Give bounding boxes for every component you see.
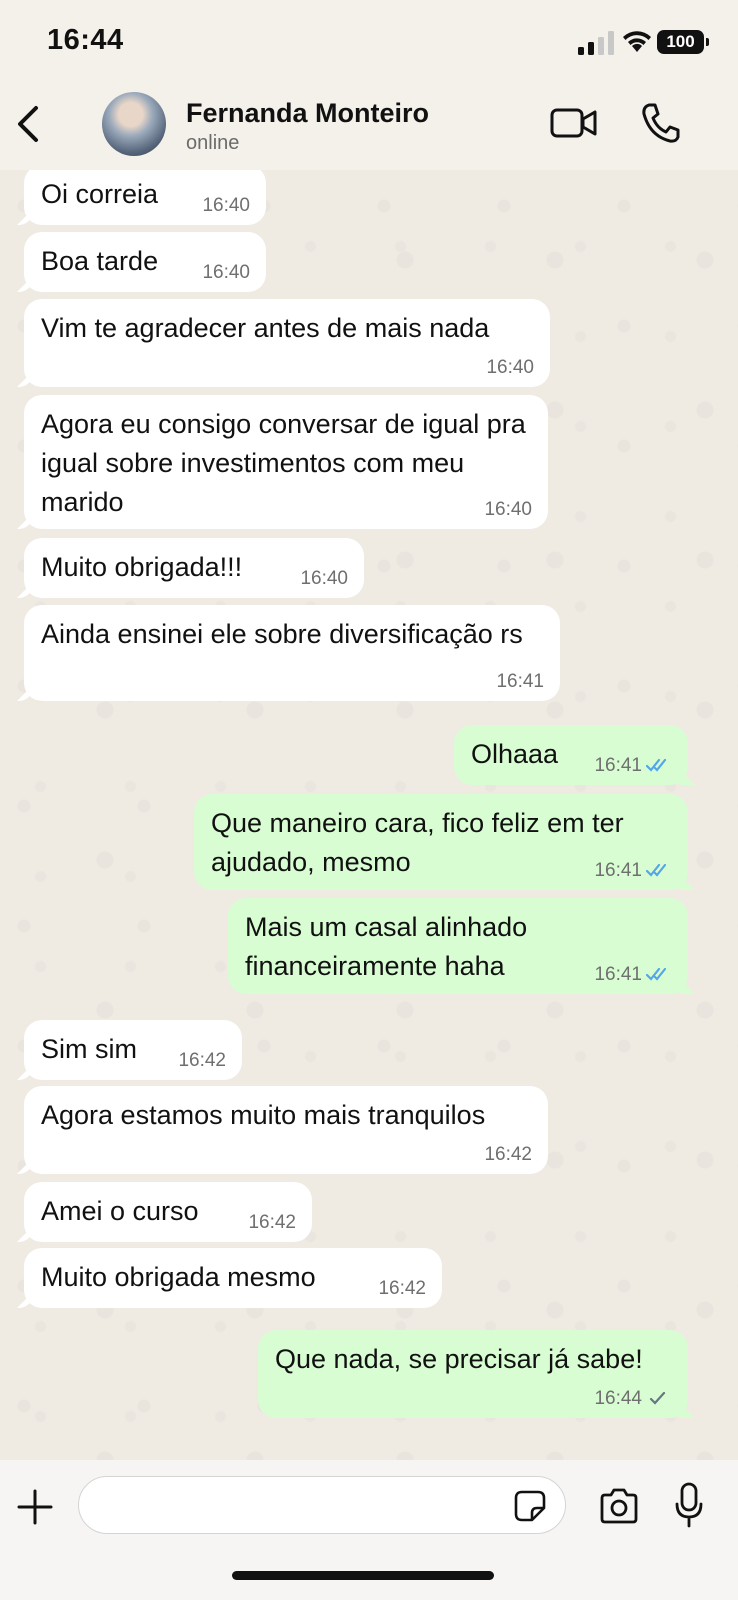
contact-name[interactable]: Fernanda Monteiro <box>186 98 429 129</box>
single-check-sent-icon <box>649 1391 666 1405</box>
message-text: Muito obrigada mesmo <box>41 1262 316 1292</box>
message-time: 16:40 <box>486 357 534 378</box>
message-text: Agora eu consigo conversar de igual pra … <box>41 409 534 517</box>
message-incoming[interactable]: Muito obrigada mesmo 16:42 <box>24 1248 442 1308</box>
message-meta: 16:41 <box>594 861 672 881</box>
message-time: 16:42 <box>378 1278 426 1299</box>
message-incoming[interactable]: Muito obrigada!!! 16:40 <box>24 538 364 598</box>
message-time: 16:41 <box>496 671 544 692</box>
message-time: 16:41 <box>594 964 642 985</box>
message-time: 16:41 <box>594 755 642 776</box>
message-incoming[interactable]: Amei o curso 16:42 <box>24 1182 312 1242</box>
message-incoming[interactable]: Oi correia 16:40 <box>24 170 266 225</box>
message-meta: 16:44 <box>594 1389 672 1409</box>
battery-icon: 100 <box>657 30 709 54</box>
message-time: 16:44 <box>594 1388 642 1409</box>
camera-icon[interactable] <box>598 1488 640 1524</box>
message-incoming[interactable]: Agora estamos muito mais tranquilos 16:4… <box>24 1086 548 1174</box>
message-time: 16:42 <box>484 1144 532 1165</box>
message-text: Ainda ensinei ele sobre diversificação r… <box>41 619 523 649</box>
composer-bar <box>0 1460 738 1600</box>
microphone-icon[interactable] <box>674 1482 704 1528</box>
message-incoming[interactable]: Boa tarde 16:40 <box>24 232 266 292</box>
message-incoming[interactable]: Ainda ensinei ele sobre diversificação r… <box>24 605 560 701</box>
message-meta: 16:41 <box>594 756 672 776</box>
cellular-signal-icon <box>578 31 614 55</box>
status-time: 16:44 <box>47 24 124 56</box>
message-input[interactable] <box>78 1476 566 1534</box>
double-check-read-icon <box>646 967 667 981</box>
message-time: 16:42 <box>178 1050 226 1071</box>
message-text: Que nada, se precisar já sabe! <box>275 1344 643 1374</box>
plus-icon[interactable] <box>16 1488 54 1526</box>
message-time: 16:40 <box>300 568 348 589</box>
double-check-read-icon <box>646 863 667 877</box>
message-incoming[interactable]: Agora eu consigo conversar de igual pra … <box>24 395 548 529</box>
phone-call-icon[interactable] <box>640 102 680 144</box>
message-outgoing[interactable]: Que maneiro cara, fico feliz em ter ajud… <box>194 794 688 890</box>
home-indicator[interactable] <box>232 1571 494 1580</box>
back-chevron-icon[interactable] <box>14 104 42 144</box>
message-text: Agora estamos muito mais tranquilos <box>41 1100 486 1130</box>
chat-header: Fernanda Monteiro online <box>0 84 738 170</box>
message-outgoing[interactable]: Mais um casal alinhado financeiramente h… <box>228 898 688 994</box>
message-time: 16:42 <box>248 1212 296 1233</box>
message-time: 16:41 <box>594 860 642 881</box>
double-check-read-icon <box>646 758 667 772</box>
contact-status: online <box>186 132 240 154</box>
message-outgoing[interactable]: Olhaaa 16:41 <box>454 725 688 785</box>
message-time: 16:40 <box>484 499 532 520</box>
contact-avatar[interactable] <box>102 92 166 156</box>
message-time: 16:40 <box>202 262 250 283</box>
message-text: Vim te agradecer antes de mais nada <box>41 313 490 343</box>
sticker-icon[interactable] <box>513 1489 547 1523</box>
status-bar: 16:44 100 <box>0 0 738 84</box>
message-incoming[interactable]: Sim sim 16:42 <box>24 1020 242 1080</box>
message-list[interactable]: Oi correia 16:40 Boa tarde 16:40 Vim te … <box>0 170 738 1460</box>
message-outgoing[interactable]: Que nada, se precisar já sabe! 16:44 <box>258 1330 688 1418</box>
message-meta: 16:41 <box>594 965 672 985</box>
message-incoming[interactable]: Vim te agradecer antes de mais nada 16:4… <box>24 299 550 387</box>
video-call-icon[interactable] <box>550 104 598 142</box>
wifi-icon <box>623 31 651 52</box>
message-time: 16:40 <box>202 195 250 216</box>
